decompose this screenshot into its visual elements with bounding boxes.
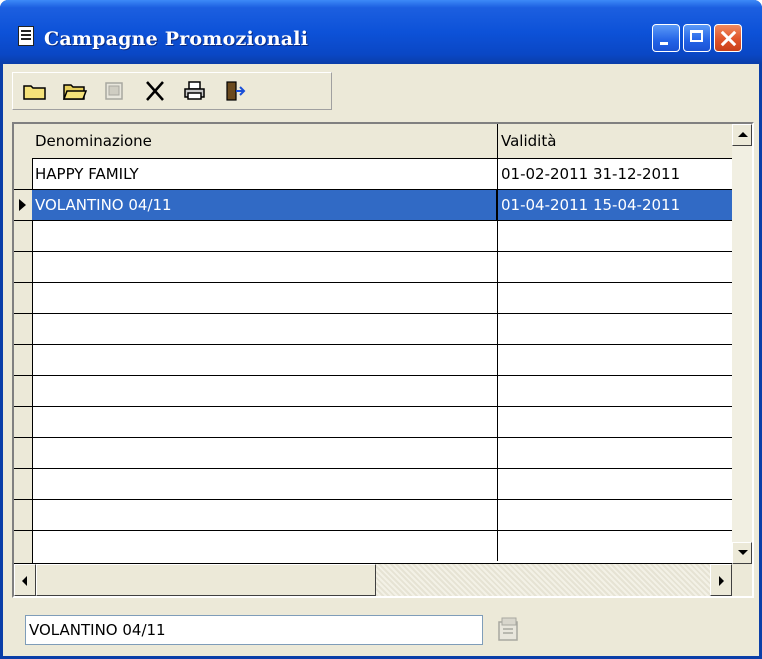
maximize-button[interactable] [683, 24, 711, 52]
cell-name[interactable] [32, 314, 498, 344]
table-row[interactable]: HAPPY FAMILY 01-02-2011 31-12-2011 [14, 159, 732, 190]
cell-validity[interactable] [498, 345, 732, 375]
row-indicator [14, 376, 32, 406]
table-row-selected[interactable]: VOLANTINO 04/11 01-04-2011 15-04-2011 [14, 190, 732, 221]
cell-validity[interactable] [498, 252, 732, 282]
cell-name[interactable] [32, 252, 498, 282]
cell-validity[interactable] [498, 438, 732, 468]
close-button[interactable] [714, 24, 742, 52]
horizontal-scrollbar[interactable] [14, 564, 732, 596]
scroll-corner [732, 564, 752, 596]
row-indicator [14, 314, 32, 344]
row-indicator [14, 283, 32, 313]
row-indicator [14, 438, 32, 468]
properties-button[interactable] [492, 612, 526, 646]
table-row[interactable] [14, 438, 732, 469]
cell-validity[interactable] [498, 314, 732, 344]
cell-name[interactable] [32, 376, 498, 406]
cell-name[interactable] [32, 531, 498, 561]
table-row[interactable] [14, 531, 732, 564]
table-row[interactable] [14, 221, 732, 252]
cell-name[interactable] [32, 407, 498, 437]
column-header-denominazione[interactable]: Denominazione [32, 124, 498, 158]
current-record-field[interactable]: VOLANTINO 04/11 [25, 615, 483, 645]
grid-header: Denominazione Validità [32, 124, 732, 159]
properties-icon [498, 617, 518, 641]
cell-name[interactable] [32, 500, 498, 530]
window-title: Campagne Promozionali [44, 28, 309, 50]
column-header-validita[interactable]: Validità [498, 124, 734, 158]
horizontal-scroll-thumb[interactable] [36, 564, 376, 596]
row-indicator [14, 500, 32, 530]
cell-validity[interactable] [498, 221, 732, 251]
cell-validity[interactable] [498, 407, 732, 437]
cell-name[interactable]: HAPPY FAMILY [32, 159, 498, 189]
row-indicator [14, 469, 32, 499]
cell-validity[interactable] [498, 376, 732, 406]
exit-door-icon[interactable] [219, 77, 251, 105]
table-row[interactable] [14, 469, 732, 500]
minimize-button[interactable] [652, 24, 680, 52]
cell-name[interactable] [32, 469, 498, 499]
table-row[interactable] [14, 500, 732, 531]
notepad-icon [18, 26, 34, 46]
cell-validity[interactable] [498, 500, 732, 530]
scroll-up-arrow-icon[interactable] [732, 124, 752, 146]
table-row[interactable] [14, 407, 732, 438]
folder-new-icon[interactable] [19, 77, 51, 105]
row-indicator [14, 221, 32, 251]
table-row[interactable] [14, 376, 732, 407]
vertical-scrollbar[interactable] [732, 124, 752, 564]
cell-validity[interactable] [498, 531, 732, 561]
table-row[interactable] [14, 252, 732, 283]
folder-open-icon[interactable] [59, 77, 91, 105]
delete-x-icon[interactable] [139, 77, 171, 105]
campaign-grid[interactable]: Denominazione Validità HAPPY FAMILY 01-0… [12, 122, 754, 598]
cell-validity[interactable]: 01-04-2011 15-04-2011 [496, 190, 732, 220]
cell-name[interactable] [32, 438, 498, 468]
row-indicator [14, 345, 32, 375]
cell-validity[interactable]: 01-02-2011 31-12-2011 [498, 159, 732, 189]
cell-validity[interactable] [498, 283, 732, 313]
title-bar[interactable]: Campagne Promozionali [0, 0, 762, 64]
current-row-arrow-icon [14, 190, 32, 220]
toolbar [12, 72, 332, 110]
scroll-right-arrow-icon[interactable] [710, 564, 732, 596]
row-indicator [14, 407, 32, 437]
table-row[interactable] [14, 314, 732, 345]
scroll-down-arrow-icon[interactable] [732, 542, 752, 564]
view-icon[interactable] [99, 77, 131, 105]
cell-name[interactable] [32, 345, 498, 375]
table-row[interactable] [14, 283, 732, 314]
cell-name[interactable] [32, 221, 498, 251]
row-indicator [14, 531, 32, 561]
cell-validity[interactable] [498, 469, 732, 499]
scroll-left-arrow-icon[interactable] [14, 564, 36, 596]
cell-name[interactable] [32, 283, 498, 313]
row-indicator [14, 159, 32, 189]
cell-name[interactable]: VOLANTINO 04/11 [32, 190, 498, 220]
table-row[interactable] [14, 345, 732, 376]
printer-icon[interactable] [179, 77, 211, 105]
row-indicator [14, 252, 32, 282]
